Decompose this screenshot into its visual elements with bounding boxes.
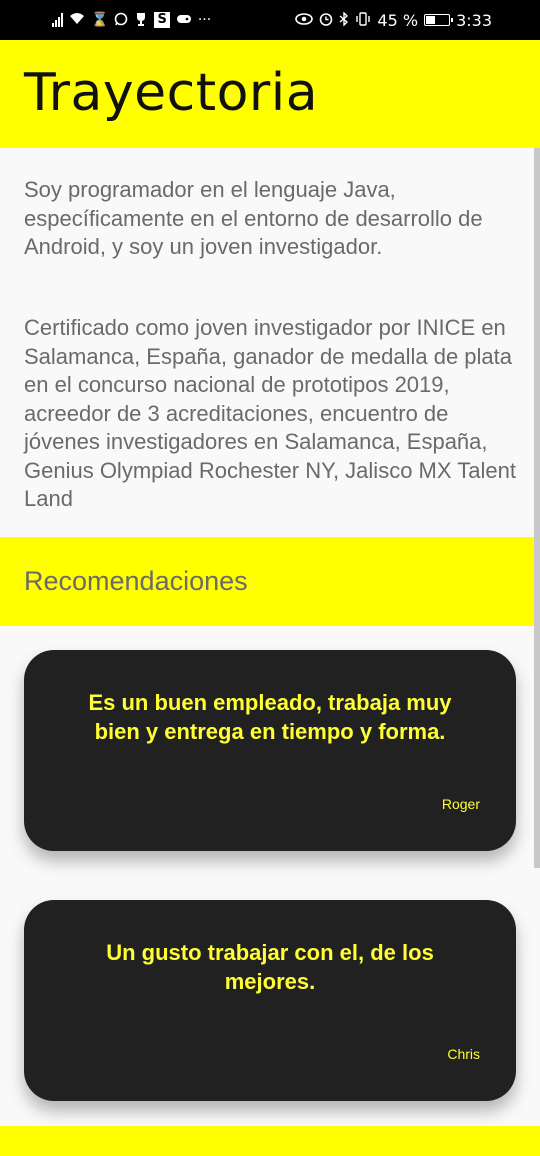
whatsapp-icon — [114, 12, 128, 29]
recommendation-card: Un gusto trabajar con el, de los mejores… — [24, 900, 516, 1101]
battery-icon — [424, 14, 454, 26]
recommendation-card: Es un buen empleado, trabaja muy bien y … — [24, 650, 516, 851]
app-bar: Trayectoria — [0, 40, 540, 148]
battery-fill — [426, 16, 436, 24]
recommendation-quote: Es un buen empleado, trabaja muy bien y … — [88, 690, 452, 744]
eye-icon — [295, 12, 314, 28]
bluetooth-icon — [339, 10, 349, 29]
recommendations-title: Recomendaciones — [24, 566, 248, 596]
status-bar: ⌛ S ··· 45 % 3:33 — [0, 0, 540, 40]
scrollbar[interactable] — [534, 148, 540, 868]
recommendations-header: Recomendaciones — [0, 537, 540, 626]
alarm-icon — [319, 12, 333, 29]
status-bar-left: ⌛ S ··· — [52, 12, 211, 29]
vibrate-icon — [355, 11, 371, 29]
clock: 3:33 — [456, 10, 492, 30]
more-icon: ··· — [197, 12, 212, 28]
signal-icon — [52, 13, 63, 27]
gamepad-icon — [176, 13, 192, 28]
about-paragraph-2: Certificado como joven investigador por … — [24, 315, 516, 511]
battery-percent: 45 % — [377, 10, 419, 30]
recommendation-quote: Un gusto trabajar con el, de los mejores… — [106, 940, 434, 994]
hourglass-icon: ⌛ — [91, 12, 109, 28]
s-app-icon: S — [154, 12, 170, 28]
wifi-icon — [69, 12, 85, 28]
bottom-section-band — [0, 1126, 540, 1156]
trophy-icon — [134, 12, 148, 29]
recommendation-author: Chris — [447, 1046, 480, 1062]
recommendation-author: Roger — [441, 796, 480, 812]
about-paragraph-1: Soy programador en el lenguaje Java, esp… — [24, 177, 483, 259]
status-bar-right: 45 % 3:33 — [295, 11, 492, 30]
page-title: Trayectoria — [24, 63, 319, 123]
